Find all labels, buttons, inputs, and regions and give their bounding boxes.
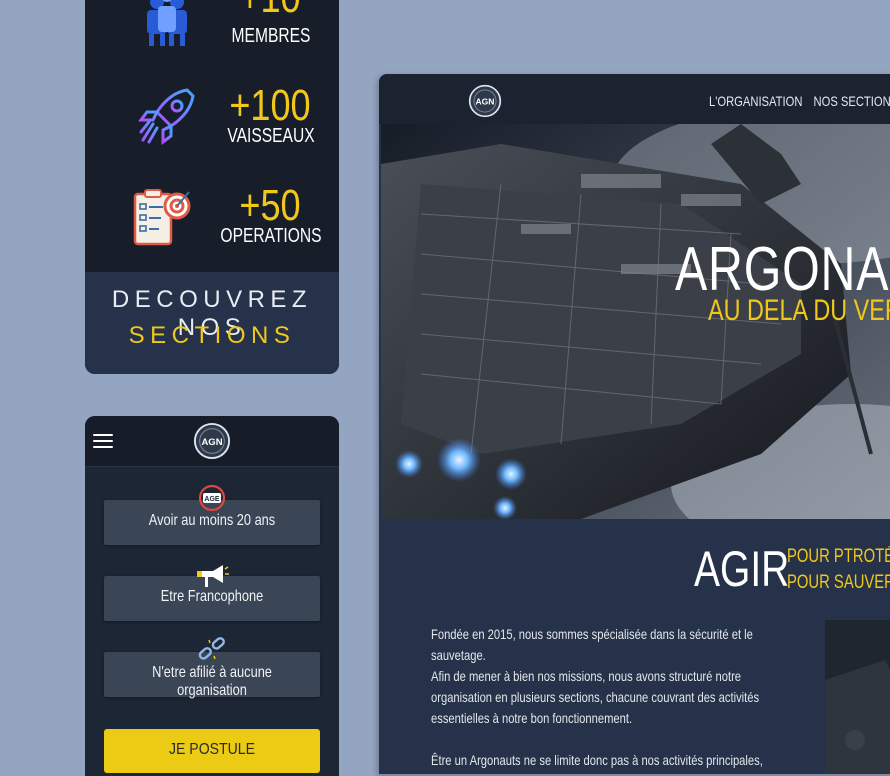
hero-subtitle: AU DELA DU VERSE <box>708 294 890 327</box>
apply-button-label: JE POSTULE <box>168 741 256 758</box>
stat-value: +10 <box>217 0 324 20</box>
megaphone-icon <box>197 565 229 587</box>
requirement-text: Avoir au moins 20 ans <box>148 512 276 529</box>
nav-link-sections[interactable]: NOS SECTIONS <box>814 93 890 109</box>
agn-logo[interactable]: AGN <box>468 84 502 118</box>
paragraph: Fondée en 2015, nous sommes spécialisée … <box>431 626 753 663</box>
mobile-header: AGN <box>85 416 339 467</box>
paragraph: Être un Argonauts ne se limite donc pas … <box>431 752 763 774</box>
paragraph: Afin de mener à bien nos missions, nous … <box>431 668 760 726</box>
age-icon: AGE <box>198 484 226 512</box>
apply-button[interactable]: JE POSTULE <box>104 729 320 773</box>
section-subtitle-line1: POUR PTROTÉGER <box>787 546 890 567</box>
team-icon <box>147 0 187 46</box>
stat-label: MEMBRES <box>231 25 311 47</box>
stats-card: +10 MEMBRES +100 VAISSEAUX <box>85 0 339 374</box>
agn-logo[interactable]: AGN <box>193 422 231 460</box>
section-title: AGIR <box>694 541 790 597</box>
stat-ships: +100 VAISSEAUX <box>85 80 339 160</box>
svg-text:AGE: AGE <box>204 496 220 503</box>
stat-label: OPERATIONS <box>220 225 322 247</box>
checklist-target-icon <box>133 189 191 246</box>
stat-members: +10 MEMBRES <box>85 0 339 60</box>
stat-operations: +50 OPERATIONS <box>85 180 339 260</box>
rocket-icon <box>138 88 195 145</box>
mobile-requirements-card: AGN Avoir au moins 20 ans AGE Etre Franc… <box>85 416 339 776</box>
nav-link-organisation[interactable]: L'ORGANISATION <box>709 93 802 109</box>
logo-text: AGN <box>201 437 222 448</box>
requirement-text: N'etre afilié à aucune organisation <box>152 664 272 699</box>
logo-text: AGN <box>476 96 495 106</box>
hero-banner: ARGONAUTS AU DELA DU VERSE <box>381 124 890 519</box>
section-subtitle: POUR PTROTÉGER POUR SAUVER <box>787 544 890 596</box>
nav-links: L'ORGANISATION NOS SECTIONS <box>709 93 890 109</box>
section-subtitle-line2: POUR SAUVER <box>787 572 890 593</box>
stat-label: VAISSEAUX <box>227 125 315 147</box>
hamburger-menu-icon[interactable] <box>93 434 113 448</box>
discover-line2: SECTIONS <box>128 322 296 349</box>
stat-value: +100 <box>229 81 311 130</box>
discover-sections-banner[interactable]: DECOUVREZ NOS SECTIONS <box>85 272 339 374</box>
section-image <box>825 620 890 774</box>
desktop-navbar: AGN L'ORGANISATION NOS SECTIONS <box>379 74 890 124</box>
broken-link-icon <box>198 637 225 660</box>
stat-value: +50 <box>239 181 301 230</box>
desktop-mockup: AGN L'ORGANISATION NOS SECTIONS ARGONA A… <box>379 74 890 774</box>
